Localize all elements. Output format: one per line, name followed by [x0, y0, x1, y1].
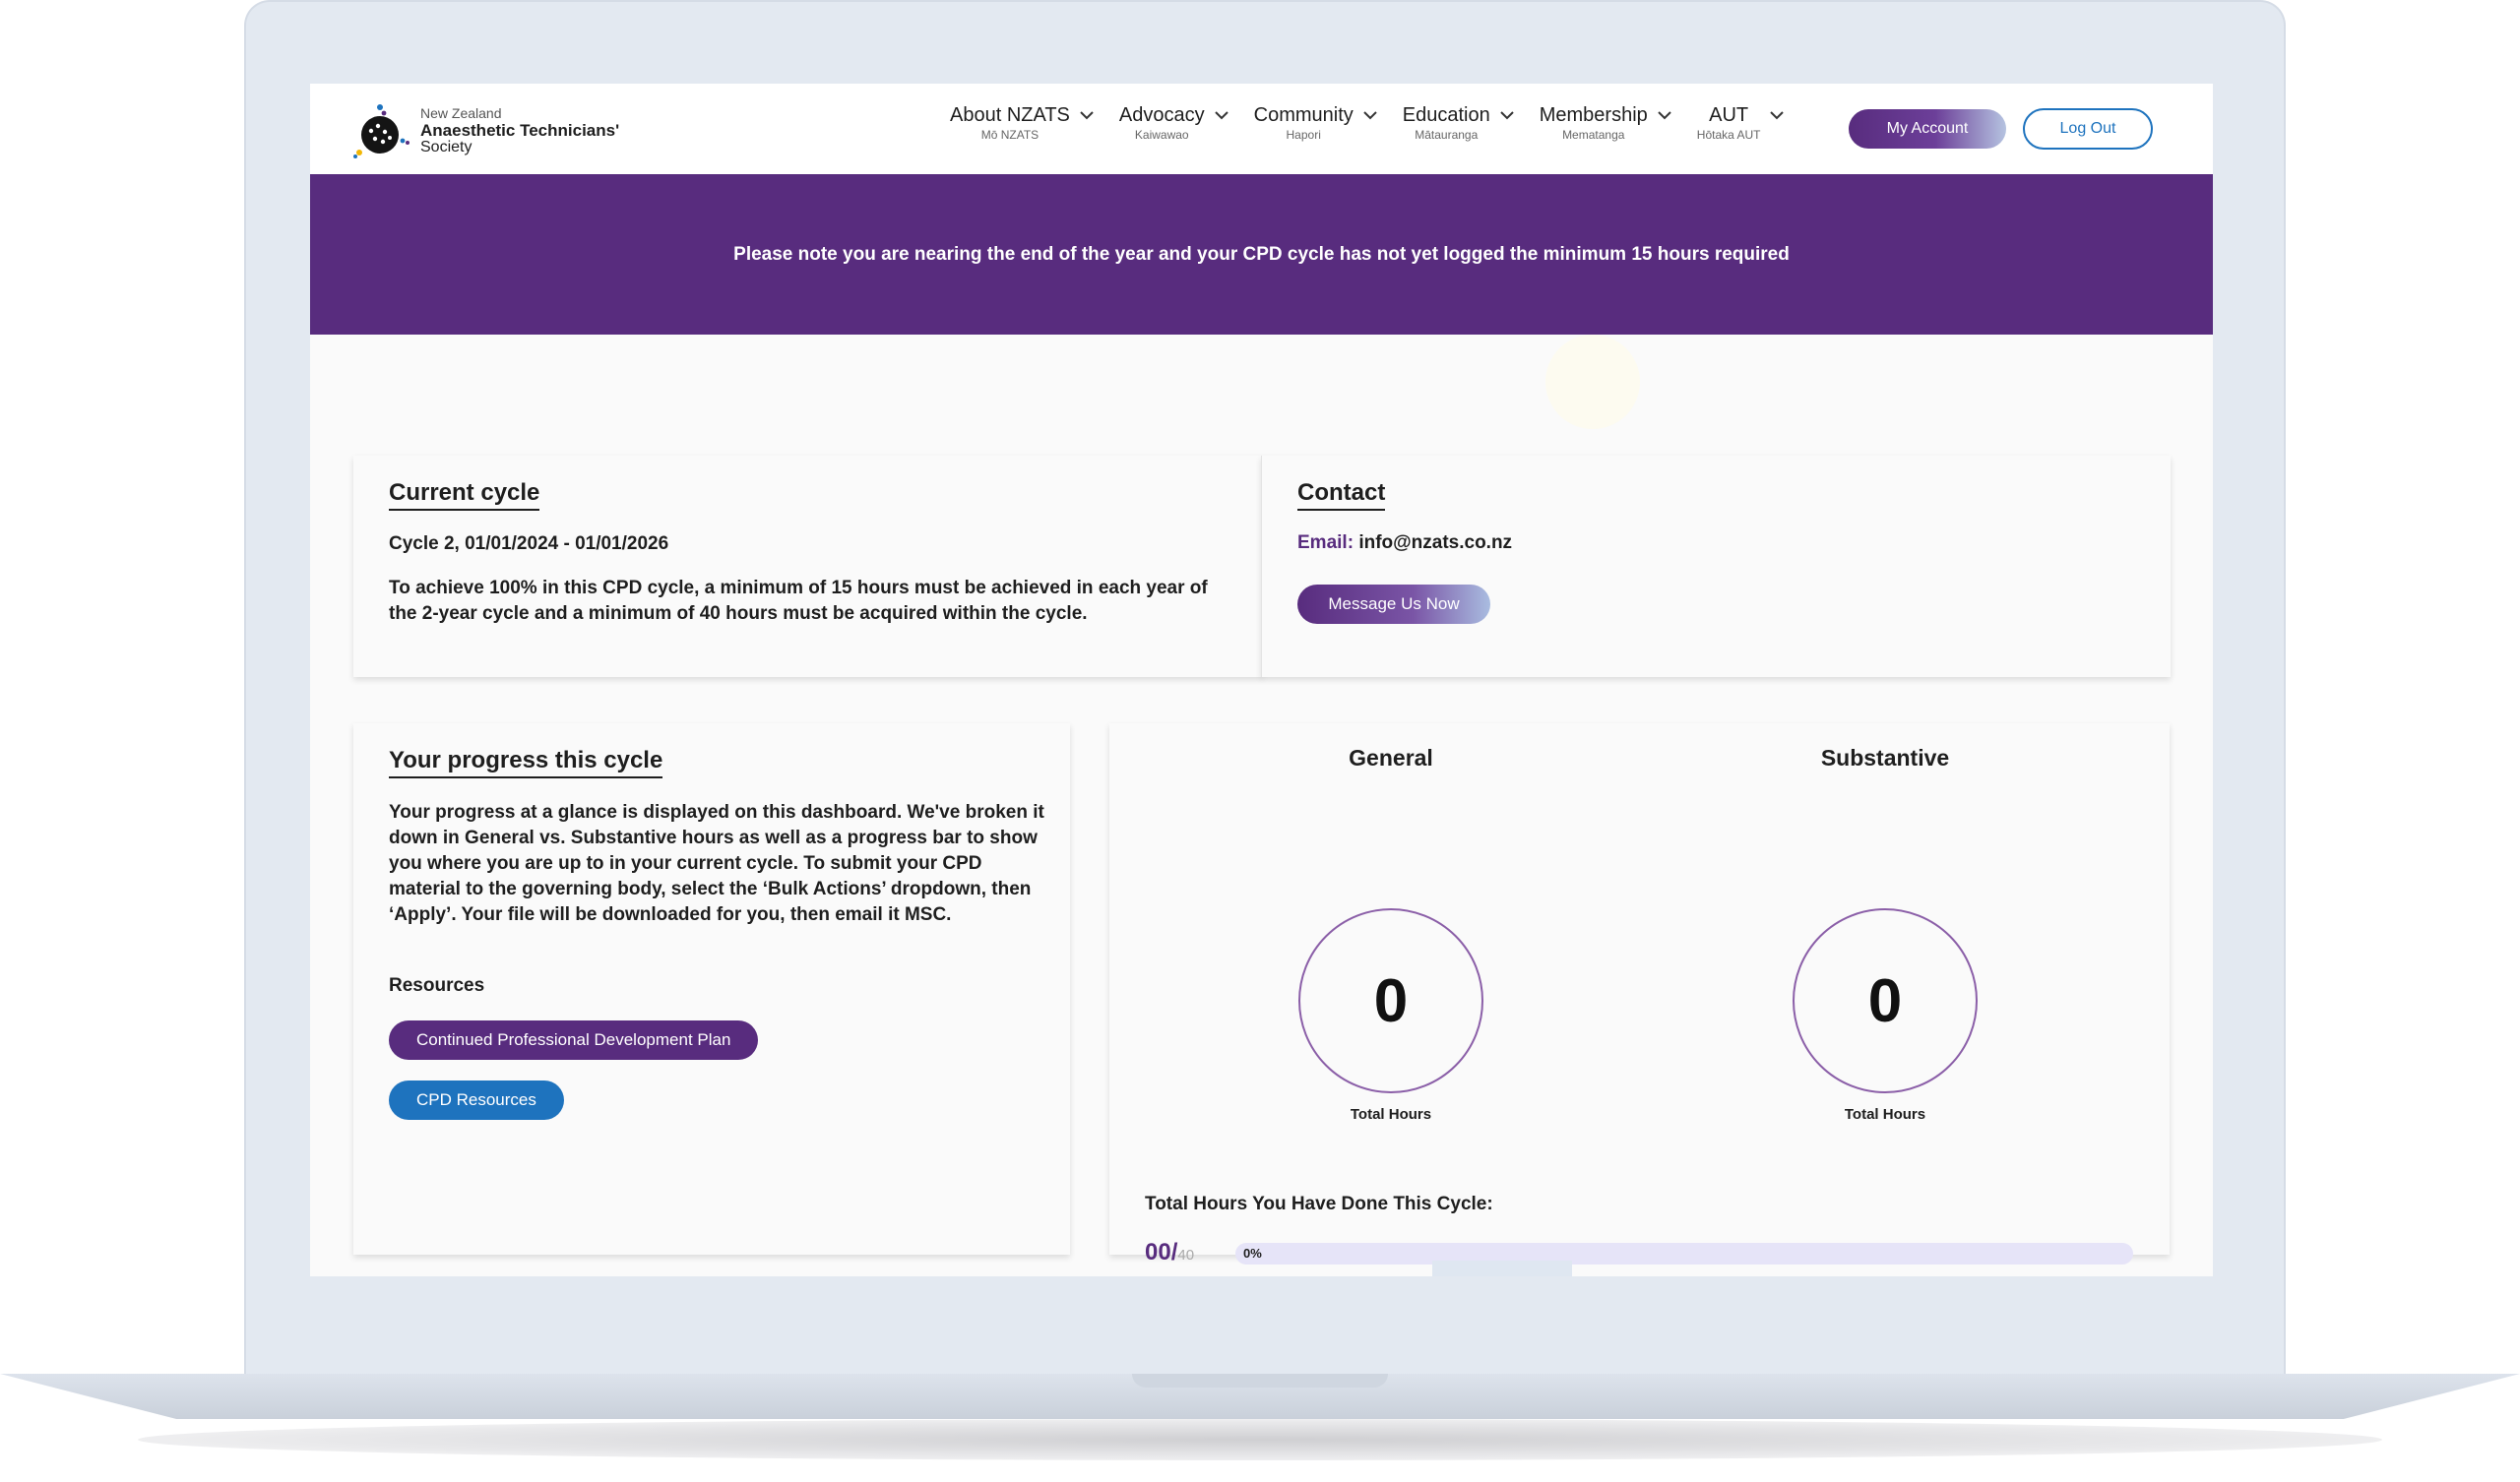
resources-label: Resources [389, 975, 485, 996]
decorative-circle [1545, 335, 1640, 429]
nav-item-membership[interactable]: Membership Mematanga [1540, 103, 1671, 143]
nav-sublabel: Hōtaka AUT [1696, 128, 1761, 142]
logo-line-1: New Zealand [420, 104, 502, 121]
cycle-progress-bar: 0% [1235, 1243, 2133, 1265]
cycle-period: Cycle 2, 01/01/2024 - 01/01/2026 [389, 533, 669, 554]
general-hours-value: 0 [1373, 966, 1409, 1035]
my-account-button[interactable]: My Account [1849, 109, 2006, 149]
nav-label: Membership [1539, 104, 1648, 126]
email-link[interactable]: info@nzats.co.nz [1358, 532, 1512, 553]
cpd-warning-banner: Please note you are nearing the end of t… [310, 174, 2213, 335]
substantive-caption: Total Hours [1844, 1106, 1926, 1123]
log-out-button[interactable]: Log Out [2023, 108, 2153, 150]
nav-label: Community [1253, 104, 1354, 126]
nav-item-advocacy[interactable]: Advocacy Kaiwawao [1119, 103, 1228, 143]
total-hours-count: 00/40 [1145, 1239, 1194, 1266]
total-hours-label: Total Hours You Have Done This Cycle: [1145, 1194, 1493, 1214]
general-caption: Total Hours [1350, 1106, 1432, 1123]
current-cycle-card: Current cycle Cycle 2, 01/01/2024 - 01/0… [353, 456, 1263, 677]
current-cycle-title: Current cycle [389, 479, 540, 511]
contact-card: Contact Email: info@nzats.co.nz Message … [1261, 456, 2171, 677]
logo-line-3: Society [420, 138, 472, 155]
substantive-title: Substantive [1820, 745, 1950, 771]
cpd-plan-button[interactable]: Continued Professional Development Plan [389, 1020, 759, 1060]
cycle-description: To achieve 100% in this CPD cycle, a min… [389, 578, 1208, 624]
chevron-down-icon [1770, 111, 1785, 120]
nav-sublabel: Mātauranga [1415, 128, 1479, 142]
hours-done: 00/ [1145, 1239, 1178, 1266]
screen: New Zealand Anaesthetic Technicians' Soc… [310, 84, 2213, 1276]
logo-text: New Zealand Anaesthetic Technicians' Soc… [420, 105, 619, 155]
nav-sublabel: Mō NZATS [980, 128, 1040, 142]
chevron-down-icon [1363, 111, 1377, 120]
scroll-indicator [1432, 1261, 1572, 1276]
nav-item-about[interactable]: About NZATS Mō NZATS [950, 103, 1094, 143]
logo-line-2: Anaesthetic Technicians' [420, 120, 620, 140]
substantive-hours-ring: 0 [1793, 908, 1978, 1093]
progress-title: Your progress this cycle [389, 747, 663, 778]
chevron-down-icon [1658, 111, 1671, 120]
chevron-down-icon [1080, 111, 1094, 120]
nav-label: AUT [1709, 104, 1749, 126]
hours-max: 40 [1177, 1247, 1195, 1264]
banner-text: Please note you are nearing the end of t… [733, 243, 1790, 265]
nav-sublabel: Mematanga [1562, 128, 1625, 142]
nav-label: About NZATS [950, 104, 1070, 126]
site-logo[interactable]: New Zealand Anaesthetic Technicians' Soc… [351, 99, 619, 160]
email-label: Email: [1297, 532, 1354, 553]
cpd-resources-button[interactable]: CPD Resources [389, 1081, 564, 1120]
general-hours-ring: 0 [1298, 908, 1483, 1093]
nav-label: Advocacy [1118, 104, 1205, 126]
main-nav: About NZATS Mō NZATS Advocacy Kaiwawao Com… [950, 103, 1809, 143]
progress-card: Your progress this cycle Your progress a… [353, 723, 1070, 1255]
hours-stats-card: General 0 Total Hours Substantive 0 Tota… [1109, 723, 2170, 1266]
contact-email-row: Email: info@nzats.co.nz [1297, 530, 1512, 556]
laptop-notch [1132, 1374, 1388, 1388]
chevron-down-icon [1500, 111, 1514, 120]
substantive-hours-value: 0 [1867, 966, 1903, 1035]
laptop-shadow [138, 1419, 2382, 1460]
nav-sublabel: Hapori [1286, 128, 1321, 142]
contact-title: Contact [1297, 479, 1386, 511]
site-header: New Zealand Anaesthetic Technicians' Soc… [310, 84, 2213, 174]
progress-percent: 0% [1243, 1246, 1262, 1261]
progress-description: Your progress at a glance is displayed o… [389, 802, 1044, 925]
nav-item-community[interactable]: Community Hapori [1254, 103, 1377, 143]
nzats-logo-icon [353, 104, 410, 158]
nav-item-education[interactable]: Education Mātauranga [1403, 103, 1514, 143]
general-title: General [1349, 745, 1433, 771]
nav-item-aut[interactable]: AUT Hōtaka AUT [1697, 103, 1785, 143]
message-us-button[interactable]: Message Us Now [1297, 585, 1490, 624]
chevron-down-icon [1214, 111, 1228, 120]
nav-sublabel: Kaiwawao [1134, 128, 1189, 142]
nav-label: Education [1402, 104, 1490, 126]
